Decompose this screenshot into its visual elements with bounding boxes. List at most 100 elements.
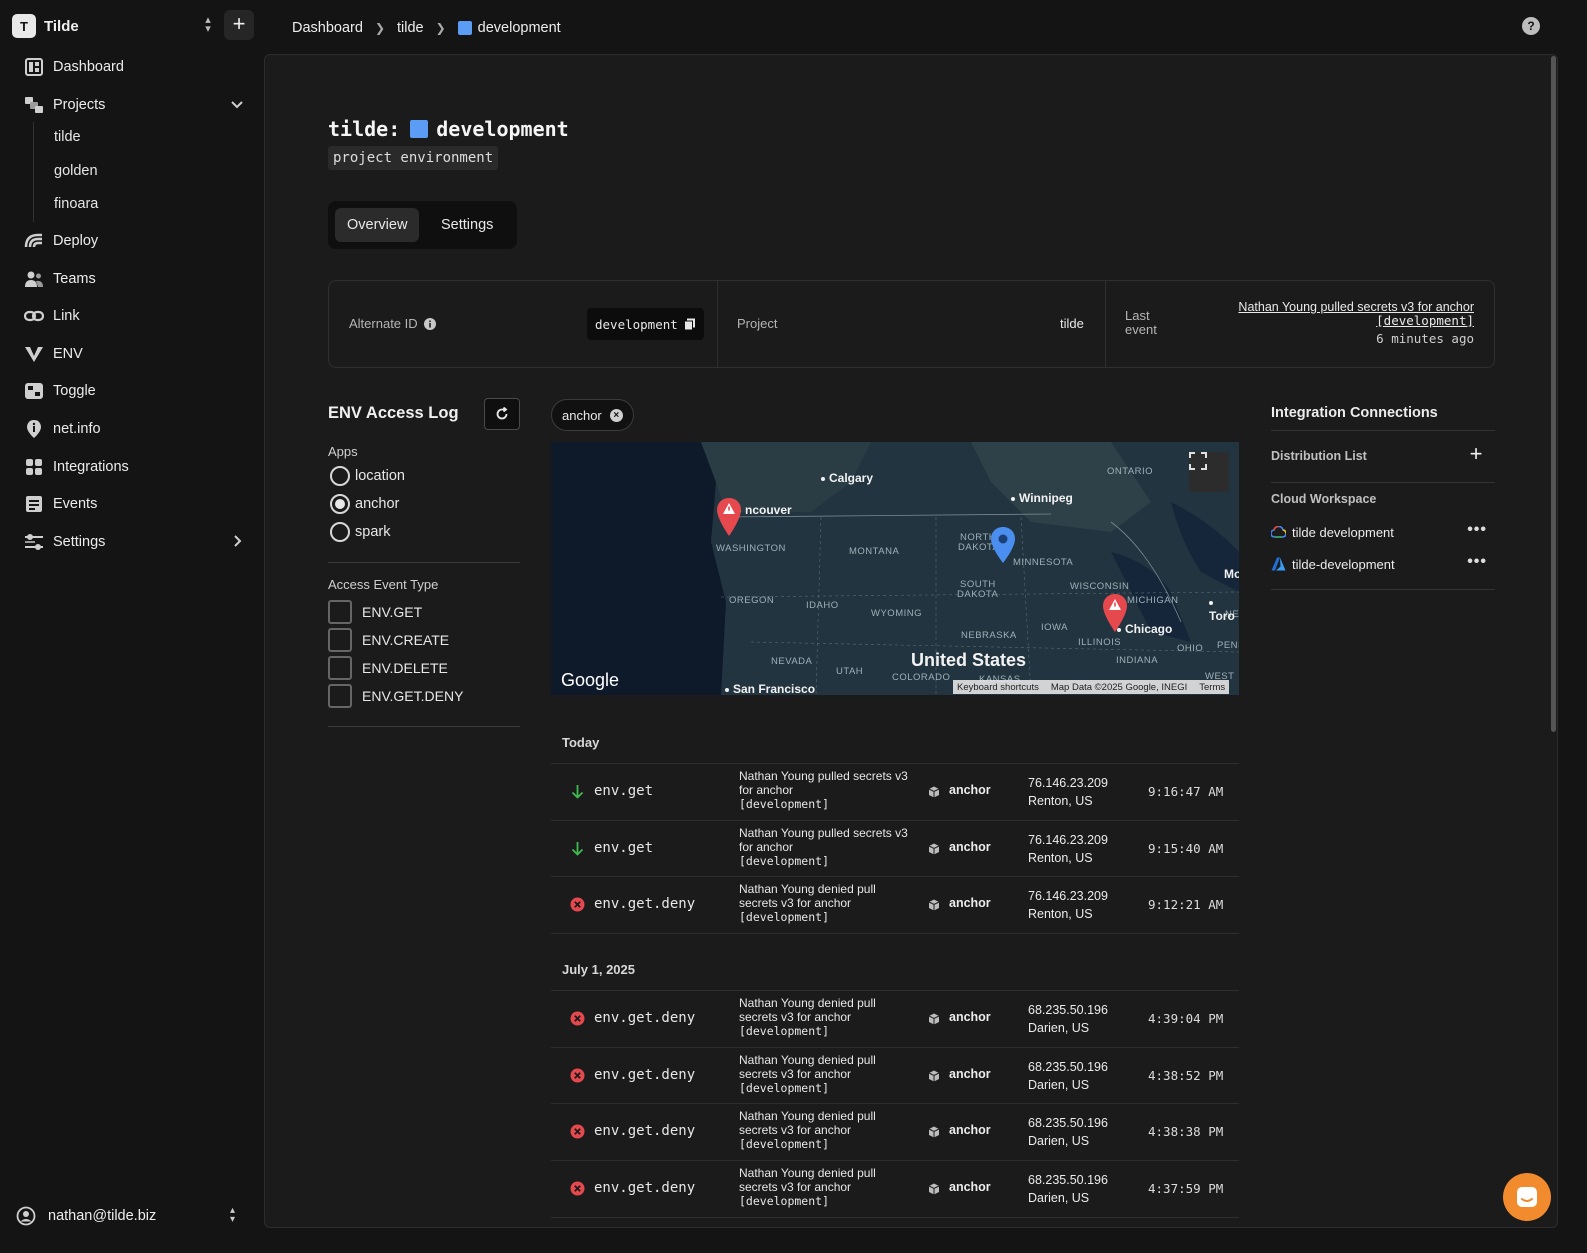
nav-netinfo[interactable]: net.info xyxy=(24,417,248,441)
event-app: anchor xyxy=(949,839,991,854)
event-row[interactable]: env.get.deny Nathan Young denied pull sec… xyxy=(551,1048,1239,1104)
radio-app-location[interactable]: location xyxy=(330,465,405,487)
event-desc-text: Nathan Young denied pull secrets v3 for … xyxy=(739,996,876,1024)
add-button[interactable]: + xyxy=(224,10,254,40)
integration-item-gcp[interactable]: tilde development ••• xyxy=(1271,522,1495,541)
nav-env[interactable]: ENV xyxy=(24,342,248,366)
chat-button[interactable] xyxy=(1503,1173,1551,1221)
nav-teams[interactable]: Teams xyxy=(24,267,248,291)
nav-events[interactable]: Events xyxy=(24,492,248,516)
sidebar-project-tilde[interactable]: tilde xyxy=(54,129,81,145)
project-value[interactable]: tilde xyxy=(1060,316,1084,331)
refresh-button[interactable] xyxy=(484,398,520,430)
nav-projects[interactable]: Projects xyxy=(24,93,248,117)
row-divider xyxy=(551,1216,1239,1218)
breadcrumb-env[interactable]: development xyxy=(478,20,561,36)
workspace-switcher[interactable]: T Tilde ▴ ▾ + xyxy=(12,10,254,40)
checkbox[interactable] xyxy=(328,684,352,708)
event-row[interactable]: env.get Nathan Young pulled secrets v3 fo… xyxy=(551,821,1239,877)
sidebar-project-finoara[interactable]: finoara xyxy=(54,196,98,212)
radio-app-spark[interactable]: spark xyxy=(330,521,390,543)
divider xyxy=(1105,281,1106,367)
event-row[interactable]: env.get Nathan Young pulled secrets v3 fo… xyxy=(551,764,1239,820)
user-email: nathan@tilde.biz xyxy=(48,1208,157,1224)
info-icon[interactable] xyxy=(423,317,436,330)
event-env: [development] xyxy=(739,1137,830,1152)
check-env-create[interactable]: ENV.CREATE xyxy=(328,628,449,652)
radio-label: anchor xyxy=(355,496,400,512)
sidebar-project-golden[interactable]: golden xyxy=(54,163,98,179)
event-type: env.get.deny xyxy=(594,896,696,913)
event-row[interactable]: env.get.deny Nathan Young denied pull sec… xyxy=(551,877,1239,933)
user-menu[interactable]: nathan@tilde.biz ▴ ▾ xyxy=(16,1204,250,1228)
checkbox[interactable] xyxy=(328,656,352,680)
copy-icon[interactable] xyxy=(683,318,696,330)
radio-button-selected[interactable] xyxy=(330,494,350,514)
access-map[interactable]: ONTARIO WASHINGTON MONTANA NORTH DAKOTA … xyxy=(551,442,1239,695)
tab-settings[interactable]: Settings xyxy=(429,208,505,242)
tab-overview[interactable]: Overview xyxy=(335,208,420,242)
integration-item-label: tilde-development xyxy=(1292,556,1395,572)
chevron-updown-icon[interactable]: ▴ ▾ xyxy=(198,15,218,36)
alert-pin-icon[interactable] xyxy=(716,497,742,537)
fullscreen-button[interactable] xyxy=(1189,452,1229,492)
map-city-label: Calgary xyxy=(821,471,873,485)
check-env-get-deny[interactable]: ENV.GET.DENY xyxy=(328,684,463,708)
breadcrumb-dashboard[interactable]: Dashboard xyxy=(292,20,363,36)
event-row[interactable]: env.get.deny Nathan Young denied pull sec… xyxy=(551,1161,1239,1217)
event-row[interactable]: env.get.deny Nathan Young denied pull sec… xyxy=(551,991,1239,1047)
last-event-env: [development] xyxy=(1376,313,1474,328)
sidebar: T Tilde ▴ ▾ + Dashboard Projects tilde go… xyxy=(0,0,264,1253)
divider xyxy=(1271,589,1495,590)
nav-settings[interactable]: Settings xyxy=(24,530,248,554)
event-description: Nathan Young denied pull secrets v3 for … xyxy=(739,882,909,924)
event-type: env.get.deny xyxy=(594,1180,696,1197)
map-region-label: NEBRASKA xyxy=(961,630,1017,641)
radio-app-anchor[interactable]: anchor xyxy=(330,493,399,515)
nav-deploy[interactable]: Deploy xyxy=(24,229,248,253)
chevron-right-icon[interactable] xyxy=(228,532,246,550)
event-row[interactable]: env.get.deny Nathan Young denied pull sec… xyxy=(551,1104,1239,1160)
keyboard-shortcuts-link[interactable]: Keyboard shortcuts xyxy=(957,682,1039,693)
link-icon xyxy=(24,306,44,326)
add-distribution-button[interactable]: + xyxy=(1466,443,1486,465)
radio-label: spark xyxy=(355,524,391,540)
check-env-delete[interactable]: ENV.DELETE xyxy=(328,656,448,680)
terms-link[interactable]: Terms xyxy=(1199,682,1225,693)
event-ip-address: 68.235.50.196 xyxy=(1028,1173,1108,1188)
checkbox[interactable] xyxy=(328,628,352,652)
radio-button[interactable] xyxy=(330,466,350,486)
nav-toggle[interactable]: Toggle xyxy=(24,379,248,403)
nav-env-label: ENV xyxy=(53,346,83,362)
filter-chip-anchor[interactable]: anchor × xyxy=(551,399,634,431)
map-region-label: PENI xyxy=(1217,640,1239,651)
help-icon[interactable]: ? xyxy=(1522,17,1540,35)
page-subtitle: project environment xyxy=(328,146,499,170)
radio-button[interactable] xyxy=(330,522,350,542)
event-app: anchor xyxy=(949,783,991,797)
alt-id-label: Alternate ID xyxy=(349,316,418,331)
more-options-icon[interactable]: ••• xyxy=(1467,554,1487,570)
breadcrumb: Dashboard ❯ tilde ❯ development xyxy=(292,18,561,38)
checkbox[interactable] xyxy=(328,600,352,624)
chevron-down-icon[interactable] xyxy=(228,95,246,113)
map-region-label: WASHINGTON xyxy=(716,543,786,554)
nav-link[interactable]: Link xyxy=(24,304,248,328)
event-time: 9:16:47 AM xyxy=(1148,784,1224,799)
alt-id-chip[interactable]: development xyxy=(587,308,704,340)
nav-dashboard[interactable]: Dashboard xyxy=(24,55,248,79)
last-event-link[interactable]: Nathan Young pulled secrets v3 for ancho… xyxy=(1238,300,1474,328)
breadcrumb-project[interactable]: tilde xyxy=(397,20,424,36)
check-env-get[interactable]: ENV.GET xyxy=(328,600,422,624)
integration-item-azure[interactable]: tilde-development ••• xyxy=(1271,554,1495,573)
scrollbar[interactable] xyxy=(1551,56,1556,732)
more-options-icon[interactable]: ••• xyxy=(1467,522,1487,538)
chevron-updown-icon[interactable]: ▴ ▾ xyxy=(230,1206,235,1225)
close-icon[interactable]: × xyxy=(609,408,623,422)
nav-integrations[interactable]: Integrations xyxy=(24,455,248,479)
alert-pin-icon[interactable] xyxy=(1102,593,1128,633)
chevron-right-icon: ❯ xyxy=(435,21,446,35)
map-region-label: INDIANA xyxy=(1116,655,1159,666)
event-description: Nathan Young denied pull secrets v3 for … xyxy=(739,996,909,1038)
location-pin-icon[interactable] xyxy=(990,526,1016,564)
